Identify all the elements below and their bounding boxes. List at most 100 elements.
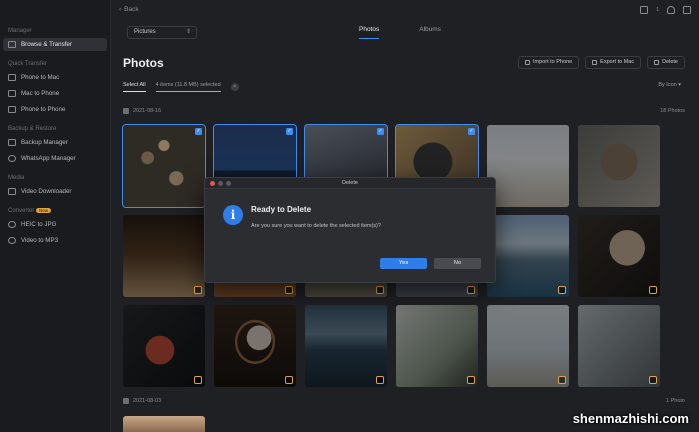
lock-icon [649, 286, 657, 294]
sidebar-item-mac-to-phone[interactable]: Mac to Phone [3, 87, 107, 100]
yes-button[interactable]: Yes [380, 258, 427, 269]
sidebar-item-backup-manager[interactable]: Backup Manager [3, 136, 107, 149]
button-label: Import to Phone [533, 59, 573, 65]
phone-to-phone-icon [8, 106, 16, 113]
photo-thumbnail[interactable] [487, 305, 569, 387]
minimize-window-icon[interactable] [218, 181, 223, 186]
sort-dropdown[interactable]: By Icon ▾ [658, 82, 681, 88]
action-buttons: Import to Phone Export to Mac Delete [518, 56, 685, 69]
header-bar: Pictures ⇕ Photos Albums [111, 22, 699, 44]
sidebar-item-label: Browse & Transfer [21, 41, 72, 48]
lock-icon [558, 286, 566, 294]
dim-overlay [578, 215, 660, 297]
selection-info: 4 items (11.8 MB) selected [155, 82, 221, 92]
photo-thumbnail[interactable] [123, 416, 205, 432]
photo-thumbnail[interactable] [123, 305, 205, 387]
photo-thumbnail[interactable] [214, 305, 296, 387]
back-label: Back [124, 6, 139, 13]
import-to-phone-button[interactable]: Import to Phone [518, 56, 580, 69]
bell-icon[interactable] [667, 5, 675, 14]
lock-icon [376, 286, 384, 294]
dialog-titlebar: Delete [205, 178, 495, 189]
sidebar-item-phone-to-phone[interactable]: Phone to Phone [3, 103, 107, 116]
photo-thumbnail[interactable] [578, 215, 660, 297]
lock-icon [649, 376, 657, 384]
button-label: Export to Mac [600, 59, 635, 65]
sidebar-item-video-to-mp3[interactable]: Video to MP3 [3, 234, 107, 247]
no-button[interactable]: No [434, 258, 481, 269]
lock-icon [194, 286, 202, 294]
audio-convert-icon [8, 237, 16, 244]
photo-thumbnail[interactable] [578, 125, 660, 207]
checkbox-checked-icon[interactable]: ✓ [377, 128, 384, 135]
lock-icon [194, 376, 202, 384]
sort-label: By Icon [658, 82, 677, 88]
dim-overlay [578, 305, 660, 387]
clear-selection-icon[interactable]: × [230, 83, 239, 91]
sidebar-item-label: Mac to Phone [21, 90, 60, 97]
dim-overlay [487, 215, 569, 297]
sidebar-item-label: Video to MP3 [21, 237, 59, 244]
shirt-icon[interactable] [683, 5, 691, 14]
sidebar-item-browse-transfer[interactable]: Browse & Transfer [3, 38, 107, 51]
back-button[interactable]: ‹ Back [119, 6, 139, 13]
folder-icon [8, 41, 16, 48]
lock-icon [467, 286, 475, 294]
group-date: 2021-08-03 [133, 398, 162, 404]
checkbox-checked-icon[interactable]: ✓ [195, 128, 202, 135]
sidebar-item-label: Video Downloader [21, 188, 72, 195]
sidebar-item-label: Backup Manager [21, 139, 68, 146]
dim-overlay [396, 305, 478, 387]
sidebar-item-heic-to-jpg[interactable]: HEIC to JPG [3, 218, 107, 231]
tab-albums[interactable]: Albums [419, 26, 441, 39]
sidebar-item-phone-to-mac[interactable]: Phone to Mac [3, 71, 107, 84]
group-count: 18 Photos [660, 108, 685, 114]
sidebar: Manager Browse & Transfer Quick Transfer… [0, 0, 111, 432]
photo-thumbnail[interactable] [396, 305, 478, 387]
device-number: 1 [656, 6, 659, 13]
lock-icon [285, 376, 293, 384]
export-to-mac-button[interactable]: Export to Mac [585, 56, 642, 69]
photo-thumbnail[interactable] [123, 215, 205, 297]
backup-icon [8, 139, 16, 146]
category-dropdown[interactable]: Pictures ⇕ [127, 26, 197, 39]
device-icon[interactable] [640, 5, 649, 14]
checkbox-checked-icon[interactable]: ✓ [286, 128, 293, 135]
close-window-icon[interactable] [210, 181, 215, 186]
select-all-button[interactable]: Select All [123, 82, 146, 92]
dim-overlay [578, 125, 660, 207]
watermark: shenmazhishi.com [572, 411, 689, 426]
photo-thumbnail[interactable] [487, 125, 569, 207]
phone-to-mac-icon [8, 74, 16, 81]
group-count: 1 Photo [666, 398, 685, 404]
window-controls [210, 181, 231, 186]
sidebar-item-label: Phone to Phone [21, 106, 66, 113]
sidebar-item-label: Phone to Mac [21, 74, 60, 81]
download-icon [8, 188, 16, 195]
lock-icon [376, 376, 384, 384]
top-icons: 1 [640, 5, 691, 14]
sidebar-section-media: Media [8, 175, 25, 181]
photo-thumbnail[interactable] [305, 305, 387, 387]
group-date: 2021-08-16 [133, 108, 162, 114]
sidebar-section-backup-restore: Backup & Restore [8, 126, 57, 132]
button-label: Delete [662, 59, 678, 65]
sidebar-item-whatsapp-manager[interactable]: WhatsApp Manager [3, 152, 107, 165]
sidebar-section-converter: Converter New [0, 206, 110, 216]
sidebar-item-video-downloader[interactable]: Video Downloader [3, 185, 107, 198]
calendar-icon [123, 398, 129, 404]
tab-photos[interactable]: Photos [359, 26, 380, 39]
photo-thumbnail[interactable]: ✓ [122, 124, 206, 208]
sidebar-section-manager: Manager [8, 28, 32, 34]
date-group-header: 2021-08-16 [123, 108, 161, 114]
date-group-header: 2021-08-03 [123, 398, 161, 404]
dialog-heading: Ready to Delete [251, 205, 312, 214]
delete-button[interactable]: Delete [647, 56, 685, 69]
photo-thumbnail[interactable] [487, 215, 569, 297]
delete-dialog: Delete i Ready to Delete Are you sure yo… [204, 177, 496, 283]
maximize-window-icon[interactable] [226, 181, 231, 186]
photo-thumbnail[interactable] [578, 305, 660, 387]
import-icon [525, 60, 531, 65]
checkbox-checked-icon[interactable]: ✓ [468, 128, 475, 135]
whatsapp-icon [8, 155, 16, 162]
